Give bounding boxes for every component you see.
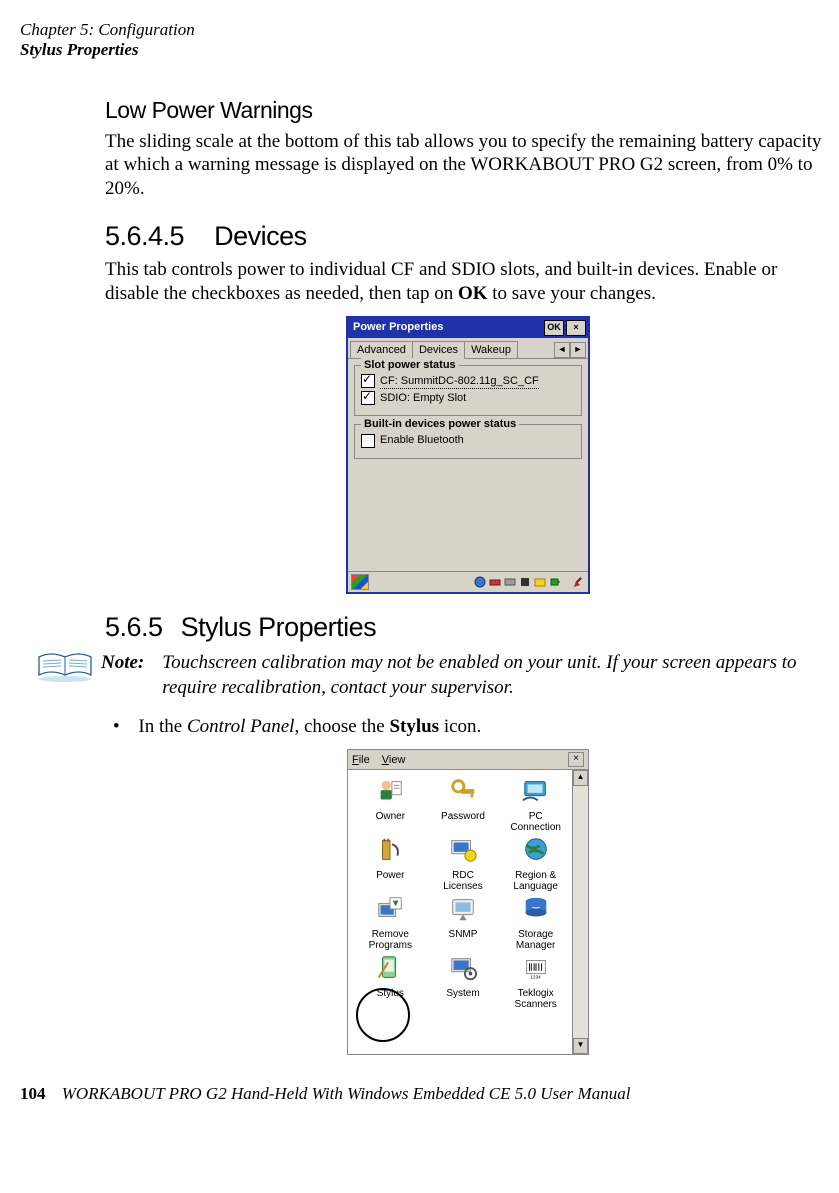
header-chapter: Chapter 5: Configuration bbox=[20, 20, 195, 39]
footer: 104 WORKABOUT PRO G2 Hand-Held With Wind… bbox=[20, 1083, 831, 1105]
scroll-up-icon[interactable]: ▲ bbox=[573, 770, 588, 786]
tab-scroll-right-icon[interactable]: ► bbox=[570, 342, 586, 358]
scanners-icon: 1234 bbox=[519, 953, 553, 983]
globe-icon bbox=[474, 576, 486, 588]
icon-region-language[interactable]: Region & Language bbox=[499, 835, 572, 892]
heading-low-power: Low Power Warnings bbox=[105, 96, 831, 126]
owner-icon bbox=[373, 776, 407, 806]
titlebar: Power Properties OK × bbox=[348, 318, 588, 338]
scrollbar[interactable]: ▲ ▼ bbox=[572, 770, 588, 1054]
group-builtin-devices: Built-in devices power status Enable Blu… bbox=[354, 424, 582, 458]
note-label: Note: bbox=[101, 651, 144, 676]
icon-password[interactable]: Password bbox=[427, 776, 500, 833]
label-cf-slot: CF: SummitDC-802.11g_SC_CF bbox=[380, 374, 539, 389]
battery-icon bbox=[549, 576, 561, 588]
snmp-icon bbox=[446, 894, 480, 924]
icon-system[interactable]: System bbox=[427, 953, 500, 1010]
note-book-icon bbox=[35, 651, 95, 683]
control-panel-window: File View × Owner Password bbox=[347, 749, 589, 1055]
checkbox-bluetooth[interactable] bbox=[361, 434, 375, 448]
remove-programs-icon bbox=[373, 894, 407, 924]
close-button[interactable]: × bbox=[568, 752, 584, 767]
start-icon[interactable] bbox=[351, 574, 369, 590]
heading-stylus-num: 5.6.5 bbox=[105, 610, 163, 645]
storage-icon bbox=[519, 894, 553, 924]
icon-power[interactable]: Power bbox=[354, 835, 427, 892]
para-low-power: The sliding scale at the bottom of this … bbox=[105, 130, 831, 201]
icon-snmp[interactable]: SNMP bbox=[427, 894, 500, 951]
taskbar bbox=[348, 571, 588, 592]
icon-pc-connection[interactable]: PC Connection bbox=[499, 776, 572, 833]
menubar: File View × bbox=[348, 750, 588, 770]
checkbox-sdio-slot[interactable] bbox=[361, 391, 375, 405]
tab-advanced[interactable]: Advanced bbox=[350, 341, 413, 358]
bullet-choose-stylus: In the Control Panel, choose the Stylus … bbox=[133, 715, 831, 740]
menu-file[interactable]: File bbox=[352, 753, 370, 767]
scroll-down-icon[interactable]: ▼ bbox=[573, 1038, 588, 1054]
pen-icon bbox=[573, 576, 585, 588]
label-sdio-slot: SDIO: Empty Slot bbox=[380, 391, 466, 405]
running-header: Chapter 5: Configuration Stylus Properti… bbox=[20, 20, 831, 61]
icon-teklogix-scanners[interactable]: 1234 Teklogix Scanners bbox=[499, 953, 572, 1010]
header-section: Stylus Properties bbox=[20, 40, 139, 59]
legend-slot-power: Slot power status bbox=[361, 358, 459, 372]
tab-strip: Advanced Devices Wakeup ◄ ► bbox=[348, 338, 588, 359]
heading-stylus-title: Stylus Properties bbox=[181, 612, 377, 642]
close-button[interactable]: × bbox=[566, 320, 586, 336]
heading-stylus-properties: 5.6.5 Stylus Properties bbox=[105, 610, 831, 645]
power-properties-window: Power Properties OK × Advanced Devices W… bbox=[346, 316, 590, 594]
svg-text:1234: 1234 bbox=[530, 975, 541, 980]
icon-remove-programs[interactable]: Remove Programs bbox=[354, 894, 427, 951]
checkbox-cf-slot[interactable] bbox=[361, 374, 375, 388]
tab-wakeup[interactable]: Wakeup bbox=[464, 341, 518, 358]
menu-view[interactable]: View bbox=[382, 753, 406, 767]
highlight-circle-icon bbox=[356, 988, 410, 1042]
card-icon bbox=[504, 576, 516, 588]
ok-button[interactable]: OK bbox=[544, 320, 564, 336]
plug-icon bbox=[519, 576, 531, 588]
drive-icon bbox=[489, 576, 501, 588]
icon-rdc-licenses[interactable]: RDC Licenses bbox=[427, 835, 500, 892]
tab-scroll-left-icon[interactable]: ◄ bbox=[554, 342, 570, 358]
para-devices: This tab controls power to individual CF… bbox=[105, 258, 831, 306]
system-icon bbox=[446, 953, 480, 983]
footer-text: WORKABOUT PRO G2 Hand-Held With Windows … bbox=[62, 1084, 631, 1103]
page-number: 104 bbox=[20, 1084, 46, 1103]
folder-icon bbox=[534, 576, 546, 588]
note-text: Touchscreen calibration may not be enabl… bbox=[162, 651, 831, 700]
password-icon bbox=[446, 776, 480, 806]
legend-builtin: Built-in devices power status bbox=[361, 417, 519, 431]
heading-devices: 5.6.4.5 Devices bbox=[105, 219, 831, 254]
heading-devices-title: Devices bbox=[214, 221, 307, 251]
label-bluetooth: Enable Bluetooth bbox=[380, 433, 464, 447]
stylus-icon bbox=[373, 953, 407, 983]
tab-devices[interactable]: Devices bbox=[412, 341, 465, 359]
group-slot-power: Slot power status CF: SummitDC-802.11g_S… bbox=[354, 365, 582, 417]
window-title: Power Properties bbox=[353, 320, 542, 334]
pc-connection-icon bbox=[519, 776, 553, 806]
heading-devices-num: 5.6.4.5 bbox=[105, 219, 184, 254]
icon-owner[interactable]: Owner bbox=[354, 776, 427, 833]
region-icon bbox=[519, 835, 553, 865]
icon-storage-manager[interactable]: Storage Manager bbox=[499, 894, 572, 951]
power-icon bbox=[373, 835, 407, 865]
rdc-icon bbox=[446, 835, 480, 865]
